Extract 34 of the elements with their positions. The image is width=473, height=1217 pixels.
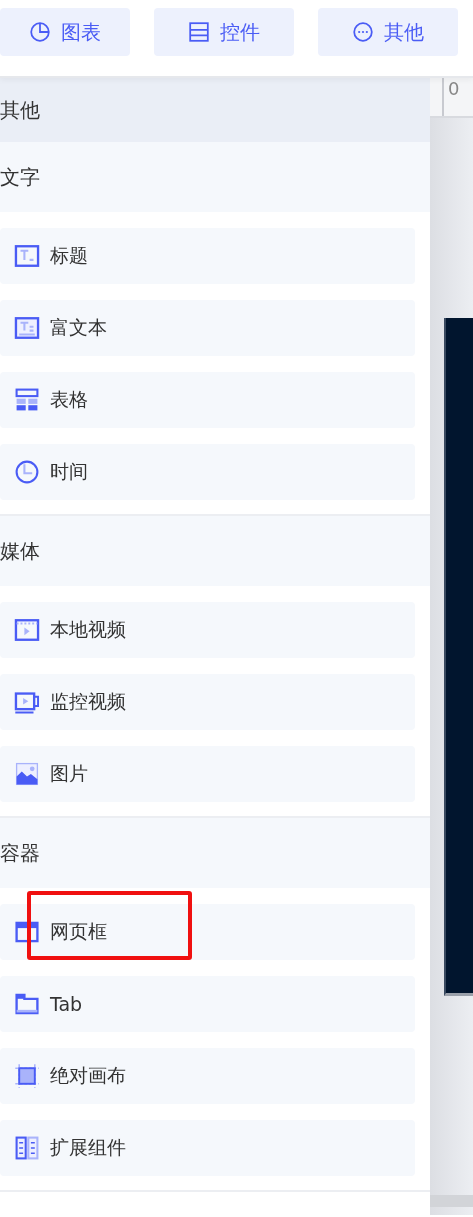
category-tab[interactable]: 控件: [154, 8, 294, 56]
category-tab[interactable]: 图表: [0, 8, 130, 56]
clock-icon: [14, 459, 40, 485]
form-icon: [188, 21, 210, 43]
text-icon: [14, 315, 40, 341]
component-item[interactable]: 监控视频: [0, 674, 415, 730]
component-item[interactable]: 图片: [0, 746, 415, 802]
component-item[interactable]: 网页框: [0, 904, 415, 960]
component-item[interactable]: 时间: [0, 444, 415, 500]
image-icon: [14, 761, 40, 787]
camera-icon: [14, 689, 40, 715]
table-icon: [14, 387, 40, 413]
text-icon: [14, 243, 40, 269]
category-tab[interactable]: 其他: [318, 8, 458, 56]
more-icon: [352, 21, 374, 43]
component-item[interactable]: 绝对画布: [0, 1048, 415, 1104]
window-icon: [14, 919, 40, 945]
section-title: 容器: [0, 818, 430, 888]
section-title: 媒体: [0, 516, 430, 586]
panel-title: 其他: [0, 78, 430, 142]
component-item[interactable]: Tab: [0, 976, 415, 1032]
component-item[interactable]: 富文本: [0, 300, 415, 356]
component-item[interactable]: 表格: [0, 372, 415, 428]
video-icon: [14, 617, 40, 643]
folder-icon: [14, 991, 40, 1017]
section-title: 文字: [0, 142, 430, 212]
scrollbar[interactable]: [430, 1195, 473, 1207]
pie-chart-icon: [29, 21, 51, 43]
canvas-icon: [14, 1063, 40, 1089]
component-item[interactable]: 标题: [0, 228, 415, 284]
component-item[interactable]: 本地视频: [0, 602, 415, 658]
component-item[interactable]: 扩展组件: [0, 1120, 415, 1176]
columns-icon: [14, 1135, 40, 1161]
ruler-label: 0: [442, 78, 460, 116]
